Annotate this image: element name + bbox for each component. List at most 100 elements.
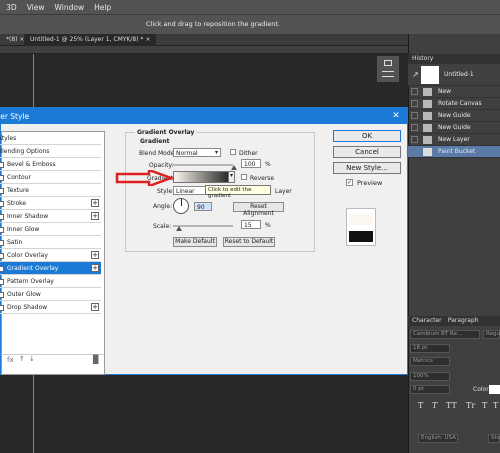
- history-item[interactable]: New Layer: [408, 134, 500, 146]
- style-item-label: Styles: [0, 135, 17, 142]
- new-style-button[interactable]: New Style...: [333, 162, 401, 174]
- style-checkbox[interactable]: [0, 200, 4, 207]
- blend-mode-select[interactable]: Normal ▾: [173, 148, 221, 157]
- style-checkbox[interactable]: [0, 265, 4, 272]
- add-style-icon[interactable]: +: [91, 199, 99, 207]
- reset-to-default-button[interactable]: Reset to Default: [223, 237, 275, 247]
- history-item-selected[interactable]: Paint Bucket: [408, 146, 500, 158]
- style-checkbox[interactable]: [0, 278, 4, 285]
- opacity-slider-handle[interactable]: [231, 165, 237, 170]
- style-item-label: Outer Glow: [7, 291, 41, 298]
- kerning-field[interactable]: Metrics: [410, 357, 450, 366]
- style-item[interactable]: Inner Shadow +: [0, 210, 101, 223]
- style-item-label: Satin: [7, 239, 23, 246]
- dialog-title-bar[interactable]: Layer Style: [0, 108, 407, 124]
- style-item[interactable]: Drop Shadow +: [0, 301, 101, 314]
- cancel-button[interactable]: Cancel: [333, 146, 401, 158]
- tab-paragraph[interactable]: Paragraph: [448, 317, 479, 324]
- close-icon[interactable]: ✕: [385, 108, 407, 124]
- move-down-icon[interactable]: ↓: [29, 355, 35, 363]
- ok-button[interactable]: OK: [333, 130, 401, 142]
- preview-checkbox[interactable]: ✓: [346, 179, 353, 186]
- style-checkbox[interactable]: [0, 174, 4, 181]
- style-item[interactable]: Styles: [0, 132, 101, 145]
- style-checkbox[interactable]: [0, 239, 4, 246]
- scale-unit: %: [265, 222, 271, 229]
- language-field[interactable]: English: USA: [418, 434, 458, 443]
- angle-dial-needle: [181, 199, 182, 206]
- fx-icon[interactable]: fx: [7, 356, 14, 364]
- add-style-icon[interactable]: +: [91, 264, 99, 272]
- style-checkbox[interactable]: [0, 161, 4, 168]
- history-item[interactable]: New Guide: [408, 122, 500, 134]
- small-caps-icon[interactable]: Tr: [466, 401, 475, 410]
- style-checkbox[interactable]: [0, 304, 4, 311]
- style-value: Linear: [176, 188, 195, 195]
- angle-dial[interactable]: [173, 198, 189, 214]
- snapshot-label: Untitled-1: [444, 71, 474, 78]
- font-style-field[interactable]: Regular: [483, 330, 500, 339]
- styles-list: Styles Blending Options Bevel & Emboss Cont…: [0, 131, 105, 375]
- history-snapshot[interactable]: ↗ Untitled-1: [408, 64, 500, 86]
- make-default-button[interactable]: Make Default: [173, 237, 217, 247]
- tab-character[interactable]: Character: [412, 317, 442, 324]
- scale-slider[interactable]: [173, 225, 233, 227]
- superscript-icon[interactable]: T: [482, 401, 487, 410]
- gradient-dropdown-icon[interactable]: ▾: [228, 171, 235, 183]
- scale-slider-handle[interactable]: [176, 226, 182, 231]
- history-item[interactable]: Rotate Canvas: [408, 98, 500, 110]
- snapshot-thumbnail: [421, 66, 439, 84]
- angle-input[interactable]: 90: [194, 202, 212, 211]
- font-size-field[interactable]: 18 pt: [410, 344, 450, 353]
- gradient-preview-swatch[interactable]: [173, 171, 235, 183]
- horizontal-ruler: [0, 46, 408, 54]
- scale-input[interactable]: 15: [241, 220, 261, 229]
- menu-help[interactable]: Help: [94, 3, 111, 12]
- collapsed-panel-dock[interactable]: [377, 56, 399, 82]
- style-item[interactable]: Pattern Overlay: [0, 275, 101, 288]
- reverse-checkbox[interactable]: [241, 174, 247, 180]
- reset-alignment-button[interactable]: Reset Alignment: [233, 202, 284, 217]
- add-style-icon[interactable]: +: [91, 212, 99, 220]
- opacity-input[interactable]: 100: [241, 159, 261, 168]
- style-item[interactable]: Satin: [0, 236, 101, 249]
- history-panel-header: History: [408, 54, 500, 64]
- style-checkbox[interactable]: [0, 226, 4, 233]
- faux-italic-icon[interactable]: T: [432, 401, 437, 410]
- style-item[interactable]: Stroke +: [0, 197, 101, 210]
- style-checkbox[interactable]: [0, 291, 4, 298]
- style-item[interactable]: Inner Glow: [0, 223, 101, 236]
- style-item[interactable]: Blending Options: [0, 145, 101, 158]
- style-checkbox[interactable]: [0, 213, 4, 220]
- menu-window[interactable]: Window: [55, 3, 85, 12]
- style-item-label: Bevel & Emboss: [7, 161, 56, 168]
- trash-icon[interactable]: ▉: [93, 355, 99, 364]
- style-item[interactable]: Contour: [0, 171, 101, 184]
- style-checkbox[interactable]: [0, 187, 4, 194]
- style-item[interactable]: Color Overlay +: [0, 249, 101, 262]
- move-up-icon[interactable]: ↑: [19, 355, 25, 363]
- style-item[interactable]: Outer Glow: [0, 288, 101, 301]
- all-caps-icon[interactable]: TT: [446, 401, 457, 410]
- subscript-icon[interactable]: T: [493, 401, 498, 410]
- style-item[interactable]: Gradient Overlay +: [0, 262, 101, 275]
- dither-checkbox[interactable]: [230, 149, 236, 155]
- menu-3d[interactable]: 3D: [6, 3, 17, 12]
- history-item[interactable]: New: [408, 86, 500, 98]
- menu-view[interactable]: View: [27, 3, 45, 12]
- doc-tab-active[interactable]: Untitled-1 @ 25% (Layer 1, CMYK/8) * ×: [24, 34, 157, 46]
- style-checkbox[interactable]: [0, 252, 4, 259]
- text-color-swatch[interactable]: [489, 385, 500, 394]
- antialias-field[interactable]: Sha: [488, 434, 500, 443]
- add-style-icon[interactable]: +: [91, 251, 99, 259]
- opacity-slider[interactable]: [173, 164, 233, 166]
- vertical-scale-field[interactable]: 100%: [410, 372, 450, 381]
- history-item[interactable]: New Guide: [408, 110, 500, 122]
- font-family-field[interactable]: Cambium BT Re...: [410, 330, 480, 339]
- style-item[interactable]: Texture: [0, 184, 101, 197]
- style-item[interactable]: Bevel & Emboss: [0, 158, 101, 171]
- add-style-icon[interactable]: +: [91, 303, 99, 311]
- faux-bold-icon[interactable]: T: [418, 401, 423, 410]
- document-icon: [423, 112, 432, 120]
- baseline-field[interactable]: 0 pt: [410, 385, 450, 394]
